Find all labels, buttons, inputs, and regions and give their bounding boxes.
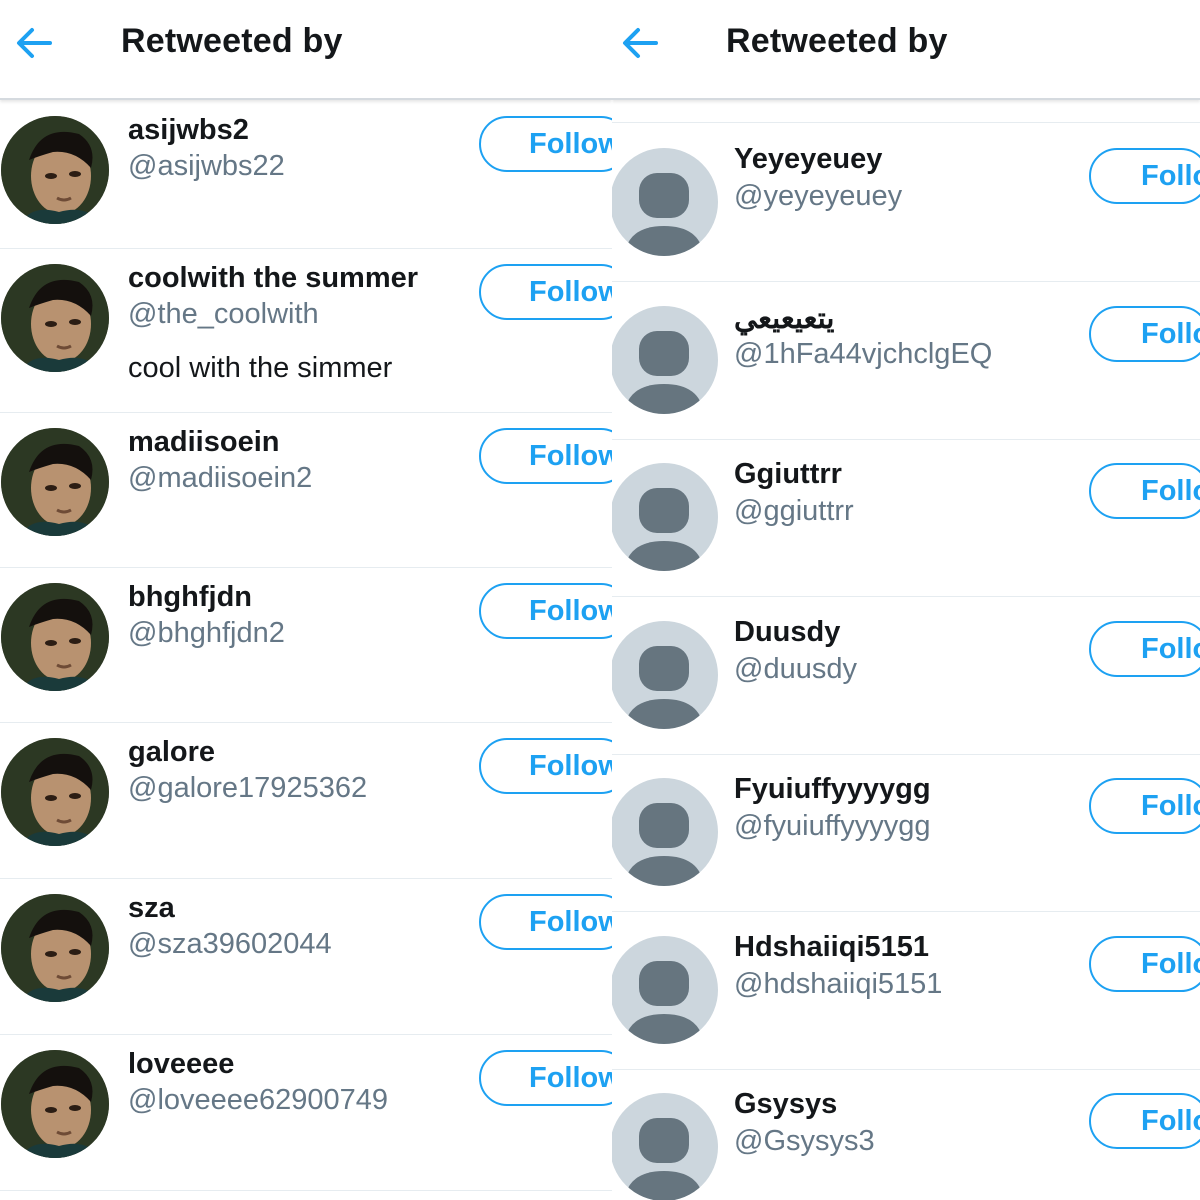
user-handle: @galore17925362 bbox=[128, 772, 368, 804]
default-avatar-icon[interactable] bbox=[612, 620, 718, 729]
user-name: Hdshaiiqi5151 bbox=[734, 930, 930, 963]
user-bio: cool with the simmer bbox=[128, 352, 393, 384]
user-name: galore bbox=[128, 736, 216, 768]
user-row[interactable]: madiisoein @madiisoein2 Follow bbox=[0, 412, 612, 568]
user-handle: @ggiuttrr bbox=[734, 495, 854, 527]
follow-button[interactable]: Follo bbox=[1089, 148, 1200, 204]
user-row[interactable]: Hdshaiiqi5151 @hdshaiiqi5151 Follo bbox=[612, 912, 1200, 1070]
user-name: loveeee bbox=[128, 1048, 235, 1080]
avatar[interactable] bbox=[1, 1050, 109, 1158]
page-title: Retweeted by bbox=[726, 22, 948, 60]
user-name: Gsysys bbox=[734, 1088, 838, 1120]
follow-button[interactable]: Follow bbox=[479, 583, 612, 639]
app-header: Retweeted by bbox=[0, 0, 612, 100]
avatar[interactable] bbox=[1, 738, 109, 846]
user-row[interactable]: bhghfjdn @bhghfjdn2 Follow bbox=[0, 567, 612, 723]
follow-button[interactable]: Follow bbox=[479, 738, 612, 794]
default-avatar-icon[interactable] bbox=[612, 463, 718, 571]
user-handle: @hdshaiiqi5151 bbox=[734, 967, 943, 1000]
follow-button[interactable]: Follow bbox=[479, 428, 612, 484]
user-row[interactable]: Ggiuttrr @ggiuttrr Follo bbox=[612, 439, 1200, 597]
app-header: Retweeted by bbox=[612, 0, 1200, 100]
retweeted-by-panel-right: Retweeted by Yeyeyeuey @yeyeyeuey Follo … bbox=[612, 0, 1200, 1200]
user-name: asijwbs2 bbox=[128, 114, 249, 146]
user-name: Yeyeyeuey bbox=[734, 143, 883, 175]
follow-button[interactable]: Follo bbox=[1089, 463, 1200, 519]
user-row[interactable]: Yeyeyeuey @yeyeyeuey Follo bbox=[612, 124, 1200, 282]
user-row[interactable]: Gsysys @Gsysys3 Follo bbox=[612, 1069, 1200, 1200]
follow-button[interactable]: Follow bbox=[479, 116, 612, 172]
default-avatar-icon[interactable] bbox=[612, 1093, 718, 1200]
follow-button[interactable]: Follow bbox=[479, 894, 612, 950]
user-row[interactable]: sza @sza39602044 Follow bbox=[0, 878, 612, 1035]
user-handle: @yeyeyeuey bbox=[734, 180, 903, 212]
user-handle: @the_coolwith bbox=[128, 298, 319, 330]
user-row[interactable]: Duusdy @duusdy Follo bbox=[612, 597, 1200, 755]
follow-button[interactable]: Follow bbox=[479, 264, 612, 320]
user-handle: @sza39602044 bbox=[128, 928, 332, 960]
user-row[interactable]: asijwbs2 @asijwbs22 Follow bbox=[0, 100, 612, 249]
user-row[interactable]: coolwith the summer @the_coolwithcool wi… bbox=[0, 248, 612, 413]
divider bbox=[612, 122, 1200, 123]
user-row[interactable]: Fyuiuffyyyygg @fyuiuffyyyygg Follo bbox=[612, 754, 1200, 912]
follow-button[interactable]: Follow bbox=[479, 1050, 612, 1106]
follow-button[interactable]: Follo bbox=[1089, 1093, 1200, 1149]
arrow-left-icon[interactable] bbox=[620, 26, 660, 60]
user-name: Ggiuttrr bbox=[734, 458, 842, 490]
avatar[interactable] bbox=[1, 894, 109, 1002]
user-row[interactable]: loveeee @loveeee62900749 Follow bbox=[0, 1034, 612, 1191]
user-name: Fyuiuffyyyygg bbox=[734, 773, 931, 805]
arrow-left-icon[interactable] bbox=[14, 26, 54, 60]
avatar[interactable] bbox=[1, 583, 109, 691]
screenshot-collage: Retweeted by asijwbs2 @asijwbs22 Follow c… bbox=[0, 0, 1200, 1200]
user-name: madiisoein bbox=[128, 426, 280, 458]
default-avatar-icon[interactable] bbox=[612, 935, 718, 1044]
user-handle: @fyuiuffyyyygg bbox=[734, 810, 931, 842]
user-name: sza bbox=[128, 892, 175, 924]
default-avatar-icon[interactable] bbox=[612, 148, 718, 256]
follow-button[interactable]: Follo bbox=[1089, 935, 1200, 992]
avatar[interactable] bbox=[1, 428, 109, 536]
user-handle: @Gsysys3 bbox=[734, 1125, 875, 1157]
user-name: يتعيعيعي bbox=[734, 302, 835, 335]
retweeted-by-panel-left: Retweeted by asijwbs2 @asijwbs22 Follow c… bbox=[0, 0, 612, 1200]
user-handle: @duusdy bbox=[734, 652, 857, 685]
user-name: Duusdy bbox=[734, 615, 841, 648]
user-name: coolwith the summer bbox=[128, 262, 419, 294]
follow-button[interactable]: Follo bbox=[1089, 620, 1200, 677]
user-handle: @bhghfjdn2 bbox=[128, 617, 285, 649]
user-handle: @asijwbs22 bbox=[128, 150, 285, 182]
follow-button[interactable]: Follo bbox=[1089, 305, 1200, 362]
default-avatar-icon[interactable] bbox=[612, 778, 718, 886]
user-handle: @loveeee62900749 bbox=[128, 1084, 389, 1116]
user-handle: @1hFa44vjchclgEQ bbox=[734, 337, 993, 370]
avatar[interactable] bbox=[1, 116, 109, 224]
default-avatar-icon[interactable] bbox=[612, 305, 718, 414]
user-row[interactable]: galore @galore17925362 Follow bbox=[0, 722, 612, 879]
avatar[interactable] bbox=[1, 264, 109, 372]
user-handle: @madiisoein2 bbox=[128, 462, 313, 494]
follow-button[interactable]: Follo bbox=[1089, 778, 1200, 834]
page-title: Retweeted by bbox=[121, 22, 343, 60]
user-row[interactable]: يتعيعيعي @1hFa44vjchclgEQ Follo bbox=[612, 282, 1200, 440]
user-name: bhghfjdn bbox=[128, 581, 253, 613]
